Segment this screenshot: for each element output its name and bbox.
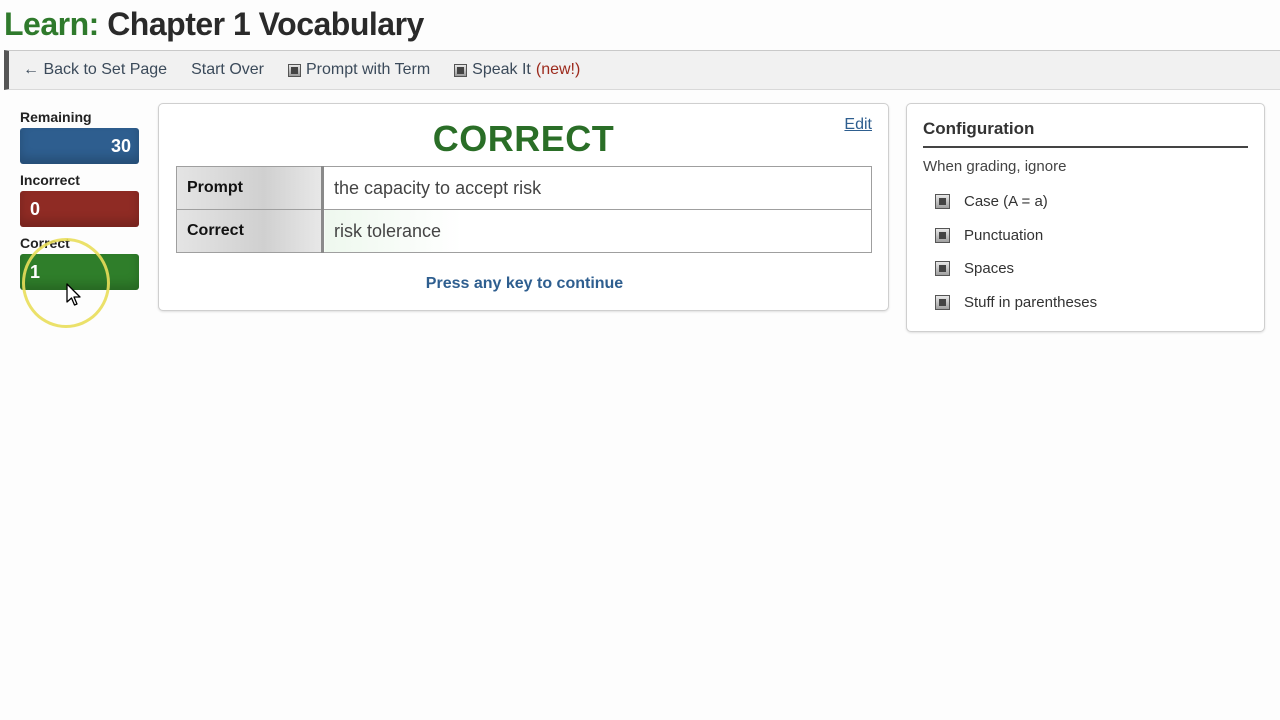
checkbox-checked-icon[interactable] <box>935 227 950 243</box>
prompt-row-label: Prompt <box>176 166 324 210</box>
prompt-with-term-label: Prompt with Term <box>305 61 431 78</box>
correct-row-label: Correct <box>176 209 324 253</box>
option-ignore-punctuation[interactable]: Punctuation <box>935 227 1097 261</box>
incorrect-label: Incorrect <box>20 172 80 188</box>
correct-bar: 1 <box>20 254 139 290</box>
prompt-with-term-option[interactable]: Prompt with Term <box>287 61 431 79</box>
option-ignore-case[interactable]: Case (A = a) <box>935 193 1097 227</box>
continue-prompt: Press any key to continue <box>425 275 624 292</box>
remaining-bar: 30 <box>20 128 139 164</box>
toolbar: ← Back to Set Page Start Over Prompt wit… <box>4 50 1280 90</box>
option-label: Punctuation <box>964 226 1044 244</box>
back-to-set-link[interactable]: ← Back to Set Page <box>23 61 167 79</box>
correct-label: Correct <box>20 235 70 251</box>
answer-table: Prompt the capacity to accept risk Corre… <box>176 166 872 253</box>
prompt-row: Prompt the capacity to accept risk <box>176 166 872 210</box>
score-remaining: Remaining 30 <box>20 108 139 164</box>
checkbox-checked-icon[interactable] <box>935 294 950 310</box>
speak-it-option[interactable]: Speak It (new!) <box>454 61 580 79</box>
correct-row-value: risk tolerance <box>321 209 872 253</box>
option-label: Stuff in parentheses <box>964 293 1098 311</box>
configuration-title: Configuration <box>923 119 1248 148</box>
page-title: Learn: Chapter 1 Vocabulary <box>4 6 424 43</box>
option-ignore-spaces[interactable]: Spaces <box>935 260 1097 294</box>
page-title-prefix: Learn: <box>4 6 99 42</box>
score-correct: Correct 1 <box>20 234 139 290</box>
feedback-panel: CORRECT Edit Prompt the capacity to acce… <box>158 103 889 311</box>
correct-count: 1 <box>30 261 41 282</box>
configuration-subtitle: When grading, ignore <box>923 158 1067 175</box>
new-badge: (new!) <box>535 61 581 78</box>
correct-row: Correct risk tolerance <box>176 209 872 253</box>
remaining-count: 30 <box>110 135 131 156</box>
prompt-with-term-checkbox[interactable] <box>287 63 301 77</box>
page-title-main: Chapter 1 Vocabulary <box>107 6 424 42</box>
option-label: Spaces <box>964 260 1015 277</box>
checkbox-checked-icon[interactable] <box>935 261 950 276</box>
speak-it-label: Speak It <box>472 61 531 78</box>
configuration-options: Case (A = a) Punctuation Spaces Stuff in… <box>935 193 1097 327</box>
checkbox-checked-icon[interactable] <box>935 194 950 209</box>
option-ignore-parentheses[interactable]: Stuff in parentheses <box>935 294 1097 328</box>
incorrect-bar: 0 <box>20 191 139 227</box>
start-over-link[interactable]: Start Over <box>191 61 264 79</box>
remaining-label: Remaining <box>20 109 92 125</box>
score-incorrect: Incorrect 0 <box>20 171 139 227</box>
option-label: Case (A = a) <box>964 193 1048 210</box>
result-heading: CORRECT <box>432 118 615 159</box>
incorrect-count: 0 <box>30 198 41 219</box>
edit-link[interactable]: Edit <box>844 116 872 134</box>
configuration-panel: Configuration When grading, ignore Case … <box>906 103 1265 332</box>
prompt-row-value: the capacity to accept risk <box>322 166 872 210</box>
speak-it-checkbox[interactable] <box>454 63 468 77</box>
